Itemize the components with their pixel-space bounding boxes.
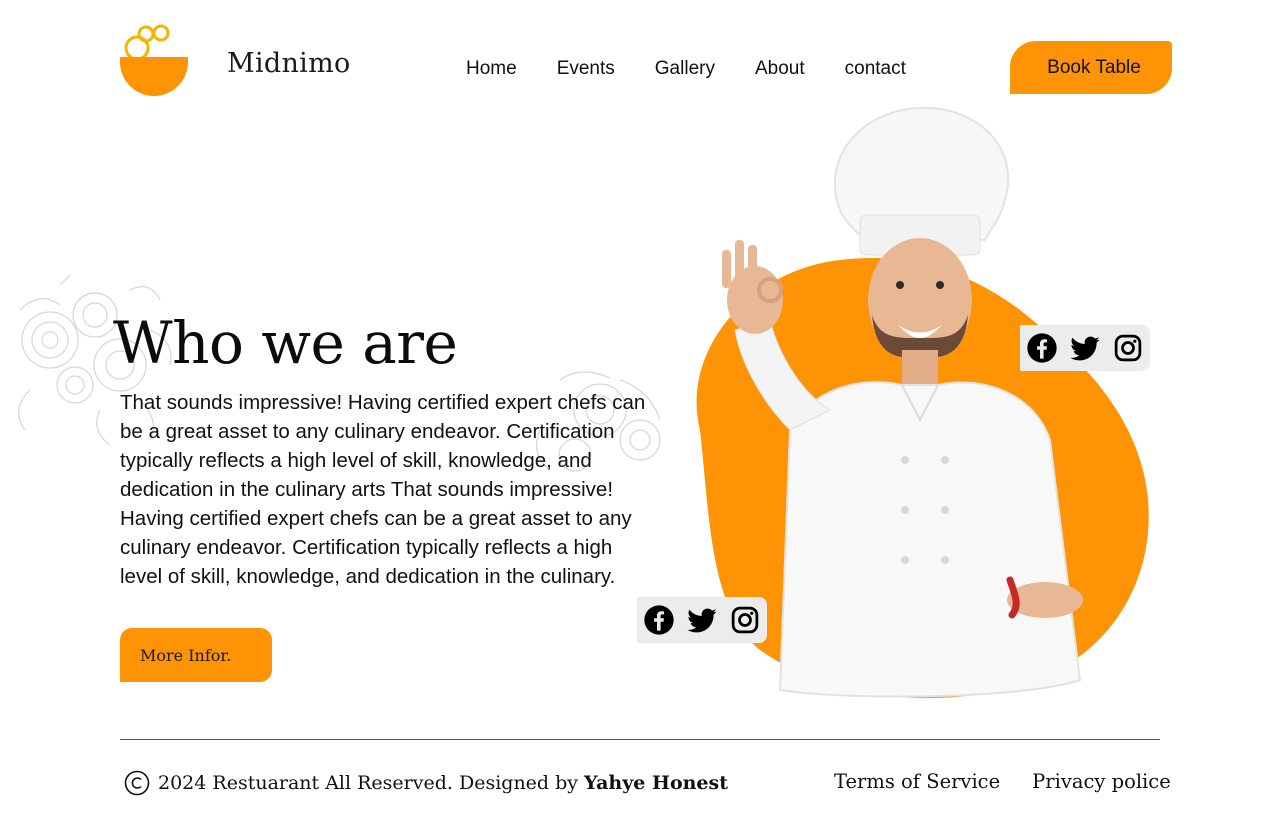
instagram-icon[interactable]: [728, 603, 761, 637]
twitter-icon[interactable]: [686, 603, 719, 637]
social-icons-bottom: [637, 597, 767, 643]
bowl-logo-icon[interactable]: [118, 22, 190, 98]
social-icons-top: [1020, 325, 1150, 371]
nav-events[interactable]: Events: [557, 58, 615, 80]
copyright-text: 2024 Restuarant All Reserved. Designed b…: [158, 772, 579, 794]
nav-about[interactable]: About: [755, 58, 805, 80]
section-paragraph: That sounds impressive! Having certified…: [120, 391, 646, 588]
nav-gallery[interactable]: Gallery: [655, 58, 715, 80]
copyright-icon: [124, 770, 150, 796]
instagram-icon[interactable]: [1111, 331, 1144, 365]
privacy-policy-link[interactable]: Privacy police: [1032, 770, 1171, 793]
brand-name[interactable]: Midnimo: [227, 48, 351, 79]
main-nav: Home Events Gallery About contact: [466, 58, 906, 80]
footer-divider: [120, 739, 1160, 740]
nav-contact[interactable]: contact: [845, 58, 906, 80]
terms-of-service-link[interactable]: Terms of Service: [834, 770, 1000, 793]
book-table-button[interactable]: Book Table: [1010, 41, 1172, 94]
footer-copyright: 2024 Restuarant All Reserved. Designed b…: [124, 770, 728, 796]
nav-home[interactable]: Home: [466, 58, 517, 80]
twitter-icon[interactable]: [1069, 331, 1102, 365]
facebook-icon[interactable]: [643, 603, 676, 637]
more-info-button[interactable]: More Infor.: [120, 628, 272, 682]
section-heading: Who we are: [113, 309, 458, 377]
designer-name: Yahye Honest: [584, 772, 728, 794]
footer-links: Terms of Service Privacy police: [834, 770, 1171, 793]
facebook-icon[interactable]: [1026, 331, 1059, 365]
